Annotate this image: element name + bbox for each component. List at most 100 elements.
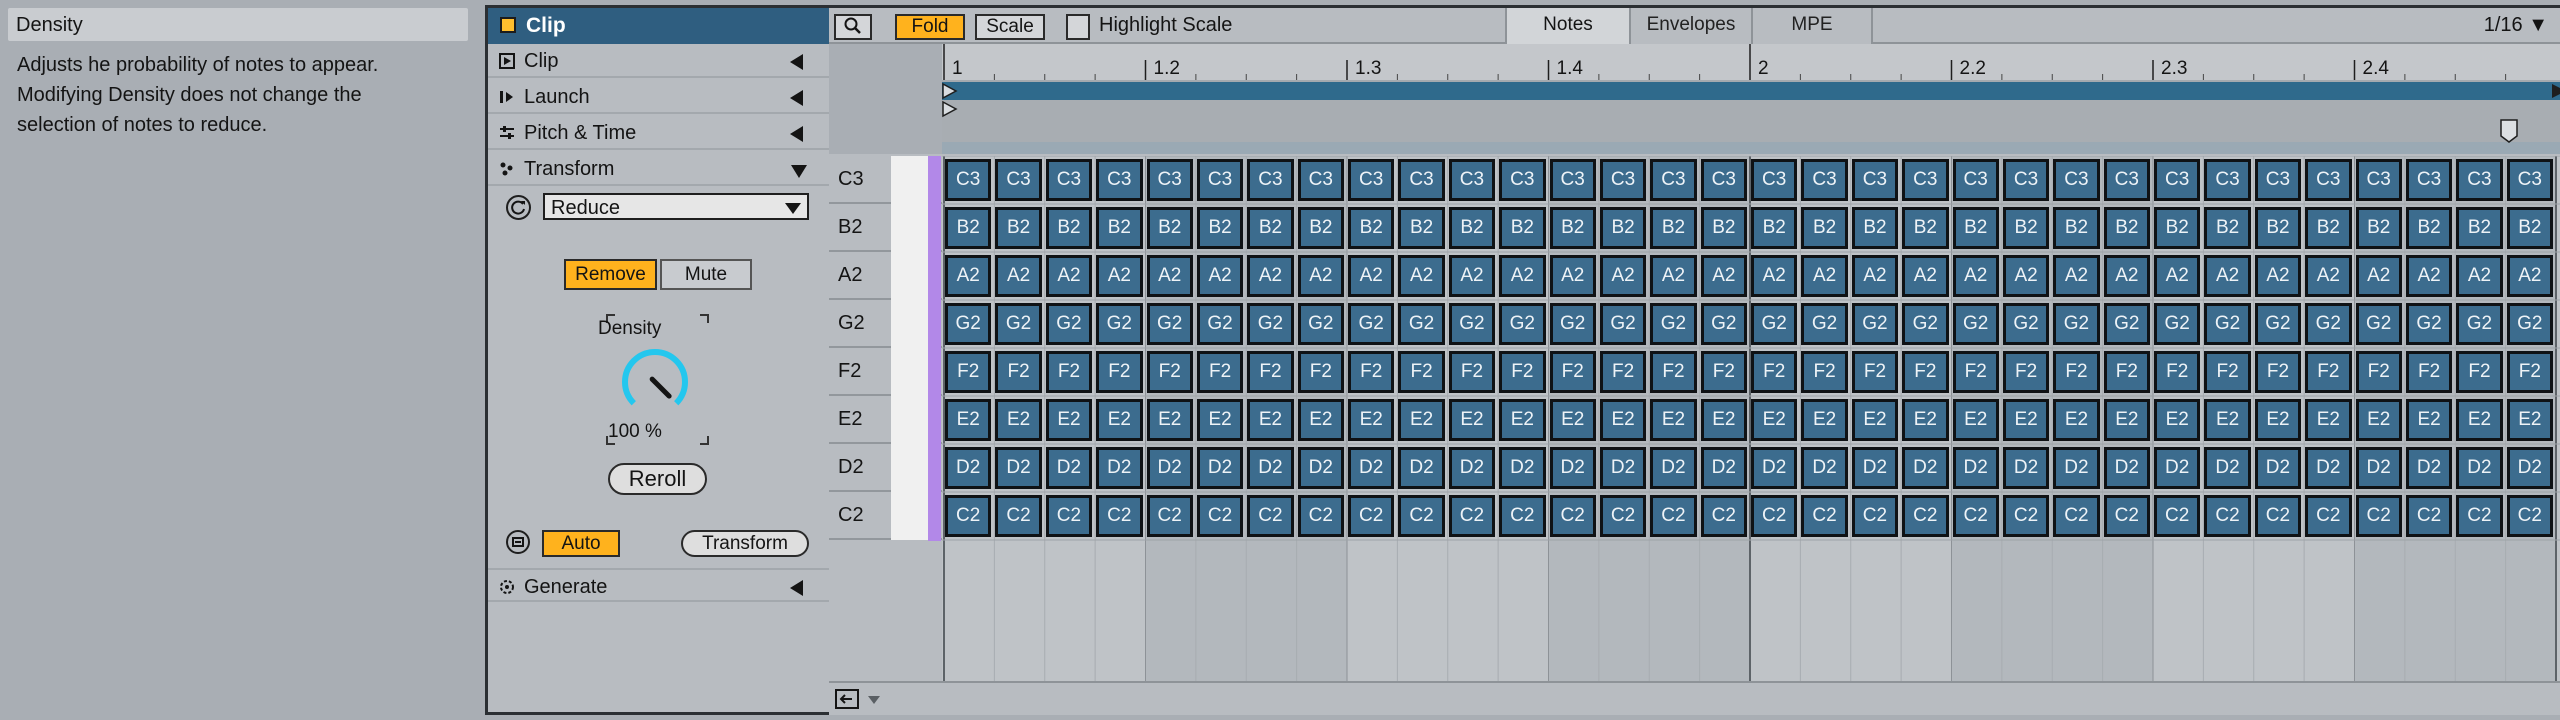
- section-pitch-time[interactable]: Pitch & Time: [488, 116, 829, 150]
- midi-note[interactable]: F2: [2154, 351, 2201, 393]
- scale-button[interactable]: Scale: [975, 14, 1045, 40]
- midi-note[interactable]: F2: [2506, 351, 2553, 393]
- collapse-arrow-icon[interactable]: [790, 90, 803, 106]
- midi-note[interactable]: B2: [1146, 207, 1193, 249]
- midi-note[interactable]: C3: [1297, 159, 1344, 201]
- midi-note[interactable]: G2: [1146, 303, 1193, 345]
- midi-note[interactable]: G2: [1096, 303, 1143, 345]
- midi-note[interactable]: B2: [1801, 207, 1848, 249]
- section-clip[interactable]: Clip: [488, 44, 829, 78]
- piano-key[interactable]: [891, 444, 928, 492]
- midi-note[interactable]: G2: [1549, 303, 1596, 345]
- midi-note[interactable]: F2: [1700, 351, 1747, 393]
- midi-note[interactable]: B2: [1952, 207, 1999, 249]
- midi-note[interactable]: C2: [1650, 495, 1697, 537]
- midi-note[interactable]: G2: [1045, 303, 1093, 345]
- midi-note[interactable]: C3: [1096, 159, 1143, 201]
- midi-note[interactable]: E2: [2355, 399, 2402, 441]
- midi-note[interactable]: F2: [1348, 351, 1395, 393]
- midi-note[interactable]: D2: [945, 447, 992, 489]
- expand-arrow-icon[interactable]: [791, 165, 807, 178]
- midi-note[interactable]: A2: [1700, 255, 1747, 297]
- midi-note[interactable]: G2: [2506, 303, 2553, 345]
- midi-note[interactable]: D2: [1549, 447, 1596, 489]
- note-grid[interactable]: C3 C3 C3 C3 C3 C3 C3 C3 C3 C3 C3 C3 C3 C3 C3 C3 C3 C3 C3 C3…: [942, 156, 2560, 681]
- midi-note[interactable]: D2: [2002, 447, 2050, 489]
- midi-note[interactable]: C2: [2405, 495, 2453, 537]
- midi-note[interactable]: D2: [1700, 447, 1747, 489]
- section-launch[interactable]: Launch: [488, 80, 829, 114]
- midi-note[interactable]: D2: [2506, 447, 2553, 489]
- midi-note[interactable]: A2: [1146, 255, 1193, 297]
- midi-note[interactable]: F2: [1751, 351, 1798, 393]
- midi-note[interactable]: A2: [1348, 255, 1395, 297]
- piano-key[interactable]: [891, 396, 928, 444]
- midi-note[interactable]: E2: [1801, 399, 1848, 441]
- midi-note[interactable]: A2: [2355, 255, 2402, 297]
- midi-note[interactable]: C3: [1499, 159, 1546, 201]
- midi-note[interactable]: G2: [1801, 303, 1848, 345]
- midi-note[interactable]: E2: [1650, 399, 1697, 441]
- midi-note[interactable]: G2: [1499, 303, 1546, 345]
- midi-note[interactable]: C3: [1045, 159, 1093, 201]
- midi-note[interactable]: E2: [1045, 399, 1093, 441]
- midi-note[interactable]: F2: [1902, 351, 1949, 393]
- transform-mode-select[interactable]: Reduce: [543, 193, 809, 220]
- midi-note[interactable]: G2: [1247, 303, 1294, 345]
- midi-note[interactable]: B2: [1297, 207, 1344, 249]
- midi-note[interactable]: C3: [1146, 159, 1193, 201]
- midi-note[interactable]: A2: [1196, 255, 1244, 297]
- midi-note[interactable]: G2: [2456, 303, 2503, 345]
- midi-note[interactable]: G2: [2103, 303, 2150, 345]
- midi-note[interactable]: D2: [2204, 447, 2251, 489]
- midi-note[interactable]: E2: [1549, 399, 1596, 441]
- midi-note[interactable]: C2: [1801, 495, 1848, 537]
- midi-note[interactable]: G2: [2254, 303, 2302, 345]
- midi-note[interactable]: D2: [1448, 447, 1496, 489]
- midi-note[interactable]: D2: [1902, 447, 1949, 489]
- midi-note[interactable]: C3: [2204, 159, 2251, 201]
- midi-note[interactable]: E2: [995, 399, 1042, 441]
- midi-note[interactable]: C2: [1700, 495, 1747, 537]
- midi-note[interactable]: E2: [1902, 399, 1949, 441]
- midi-note[interactable]: F2: [1952, 351, 1999, 393]
- piano-key-row[interactable]: C2: [829, 492, 942, 540]
- midi-note[interactable]: A2: [1297, 255, 1344, 297]
- midi-note[interactable]: G2: [2355, 303, 2402, 345]
- midi-note[interactable]: B2: [945, 207, 992, 249]
- clip-color-swatch[interactable]: [500, 17, 516, 33]
- midi-note[interactable]: F2: [1096, 351, 1143, 393]
- midi-note[interactable]: G2: [1398, 303, 1445, 345]
- midi-note[interactable]: A2: [2053, 255, 2100, 297]
- midi-note[interactable]: F2: [1801, 351, 1848, 393]
- midi-note[interactable]: E2: [945, 399, 992, 441]
- midi-note[interactable]: C3: [1599, 159, 1647, 201]
- midi-note[interactable]: F2: [2204, 351, 2251, 393]
- midi-note[interactable]: C2: [1499, 495, 1546, 537]
- midi-note[interactable]: E2: [2456, 399, 2503, 441]
- midi-note[interactable]: F2: [2053, 351, 2100, 393]
- midi-note[interactable]: C2: [1952, 495, 1999, 537]
- midi-note[interactable]: C2: [1146, 495, 1193, 537]
- midi-note[interactable]: E2: [1700, 399, 1747, 441]
- midi-note[interactable]: A2: [1096, 255, 1143, 297]
- midi-note[interactable]: E2: [1096, 399, 1143, 441]
- midi-note[interactable]: E2: [2002, 399, 2050, 441]
- piano-key-row[interactable]: G2: [829, 300, 942, 348]
- midi-note[interactable]: F2: [2405, 351, 2453, 393]
- midi-note[interactable]: E2: [1297, 399, 1344, 441]
- midi-note[interactable]: B2: [2154, 207, 2201, 249]
- midi-note[interactable]: E2: [2254, 399, 2302, 441]
- midi-note[interactable]: D2: [2456, 447, 2503, 489]
- midi-note[interactable]: C2: [1448, 495, 1496, 537]
- midi-note[interactable]: G2: [2053, 303, 2100, 345]
- midi-note[interactable]: F2: [1297, 351, 1344, 393]
- midi-note[interactable]: C2: [2305, 495, 2352, 537]
- midi-note[interactable]: F2: [2456, 351, 2503, 393]
- midi-note[interactable]: G2: [1952, 303, 1999, 345]
- midi-note[interactable]: B2: [1398, 207, 1445, 249]
- midi-note[interactable]: C3: [2355, 159, 2402, 201]
- midi-note[interactable]: C3: [1801, 159, 1848, 201]
- grid-resolution[interactable]: 1/16 ▼: [2484, 14, 2548, 37]
- midi-note[interactable]: F2: [1549, 351, 1596, 393]
